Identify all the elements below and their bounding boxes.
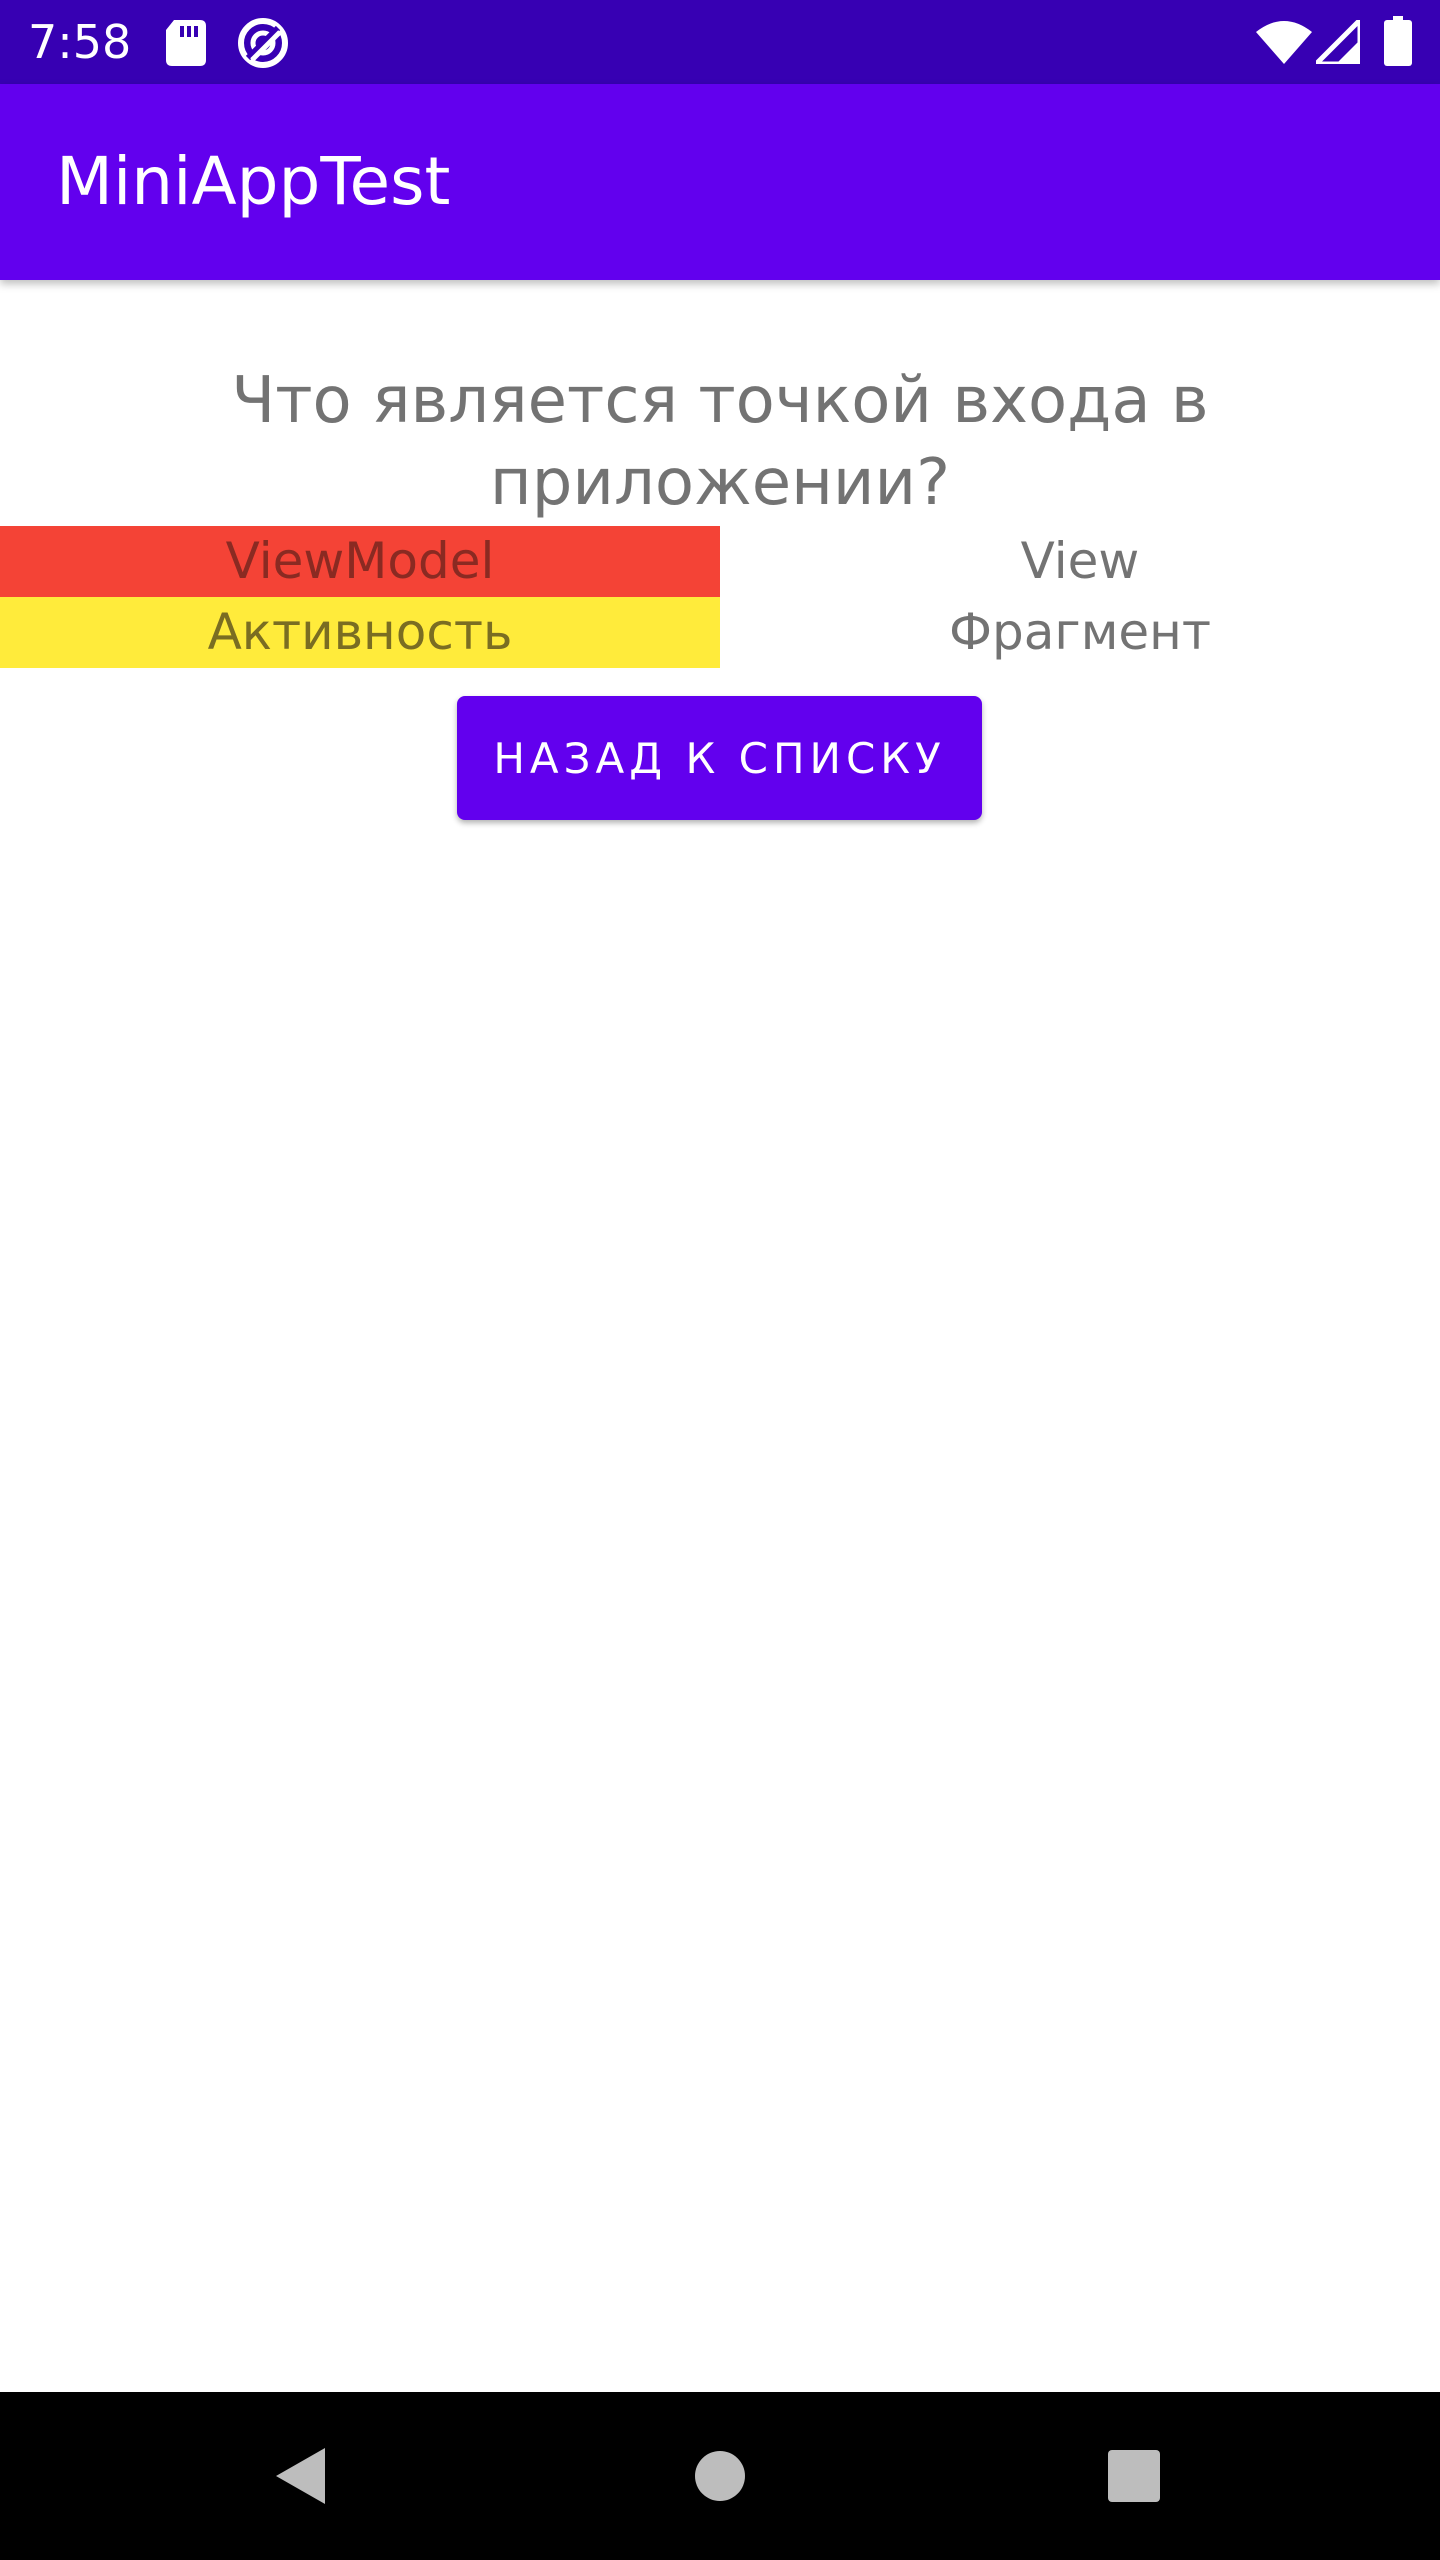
home-circle-icon	[695, 2451, 745, 2501]
answer-option-activity[interactable]: Активность	[0, 597, 720, 668]
recents-square-icon	[1108, 2450, 1160, 2502]
status-bar: 7:58	[0, 0, 1440, 84]
navigation-bar	[0, 2392, 1440, 2560]
sd-card-icon	[166, 20, 206, 66]
status-time: 7:58	[28, 15, 132, 69]
app-title: MiniAppTest	[56, 143, 451, 220]
wifi-icon	[1256, 21, 1312, 64]
question-text: Что является точкой входа в приложении?	[231, 364, 1209, 520]
answer-option-view[interactable]: View	[720, 526, 1440, 597]
quiz-content: Что является точкой входа в приложении? …	[0, 280, 1440, 2392]
data-saver-icon	[238, 18, 288, 68]
battery-icon	[1384, 16, 1412, 66]
answer-option-fragment[interactable]: Фрагмент	[720, 597, 1440, 668]
answer-grid: ViewModel View Активность Фрагмент	[0, 526, 1440, 668]
signal-icon	[1316, 20, 1360, 64]
nav-back-button[interactable]	[200, 2392, 400, 2560]
answer-option-viewmodel[interactable]: ViewModel	[0, 526, 720, 597]
nav-home-button[interactable]	[620, 2392, 820, 2560]
nav-recents-button[interactable]	[1034, 2392, 1234, 2560]
back-triangle-icon	[276, 2448, 325, 2504]
back-to-list-button[interactable]: НАЗАД К СПИСКУ	[457, 696, 982, 820]
app-bar: MiniAppTest	[0, 84, 1440, 280]
